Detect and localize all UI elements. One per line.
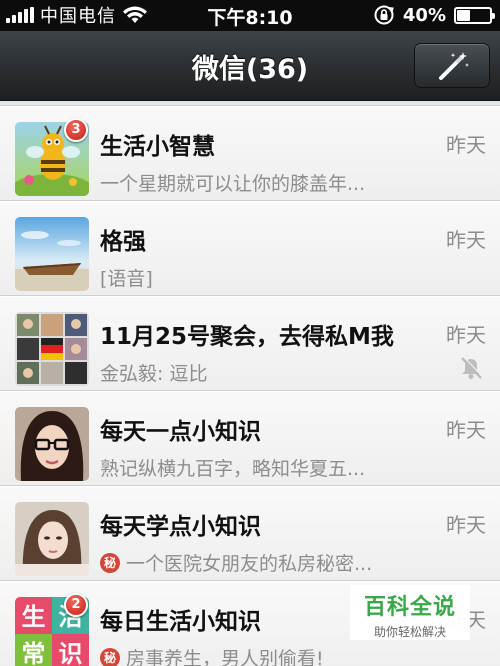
chat-name: 11月25号聚会，去得私M我 xyxy=(100,324,394,350)
chat-list[interactable]: 3 生活小智慧 昨天 一个星期就可以让你的膝盖年... 格强 昨天 [语音] 1… xyxy=(0,101,500,666)
secret-tag-icon: 秘 xyxy=(100,647,120,666)
chat-preview: 一个星期就可以让你的膝盖年... xyxy=(100,169,365,196)
nav-bar: 微信(36) xyxy=(0,31,500,101)
chat-time: 昨天 xyxy=(446,323,486,347)
chat-row[interactable]: 11月25号聚会，去得私M我 昨天 金弘毅: 逗比 xyxy=(0,296,500,391)
rotation-lock-icon xyxy=(374,5,394,25)
avatar-char: 识 xyxy=(59,640,83,666)
chat-preview: [语音] xyxy=(100,264,153,291)
chat-name: 每天学点小知识 xyxy=(100,514,261,540)
chat-time: 昨天 xyxy=(446,228,486,252)
status-bar: 中国电信 下午8:10 40% xyxy=(0,0,500,31)
compose-button[interactable] xyxy=(414,43,490,88)
chat-preview-text: 金弘毅: 逗比 xyxy=(100,363,208,385)
magic-wand-icon xyxy=(439,52,469,80)
unread-badge: 3 xyxy=(64,118,88,142)
chat-name: 格强 xyxy=(100,229,146,255)
group-grid-avatar xyxy=(15,312,89,386)
chat-time: 昨天 xyxy=(446,418,486,442)
chat-row[interactable]: 每天一点小知识 昨天 熟记纵横九百字，略知华夏五... xyxy=(0,391,500,486)
chat-preview: 秘 一个医院女朋友的私房秘密... xyxy=(100,549,372,576)
chat-name: 每天一点小知识 xyxy=(100,419,261,445)
watermark-subtitle: 助你轻松解决 xyxy=(373,625,446,639)
chat-preview-text: 房事养生，男人别偷看! xyxy=(126,648,324,666)
status-right: 40% xyxy=(373,4,495,26)
avatar-char: 常 xyxy=(22,640,46,666)
chat-row[interactable]: 每天学点小知识 昨天 秘 一个医院女朋友的私房秘密... xyxy=(0,486,500,581)
watermark-title: 百科全说 xyxy=(363,595,456,620)
secret-tag-icon: 秘 xyxy=(100,552,120,573)
mute-icon xyxy=(461,356,483,379)
chat-preview-text: 一个医院女朋友的私房秘密... xyxy=(126,553,373,575)
chat-row[interactable]: 格强 昨天 [语音] xyxy=(0,201,500,296)
battery-percent: 40% xyxy=(402,4,446,26)
unread-badge: 2 xyxy=(64,593,88,617)
battery-fill xyxy=(457,9,470,21)
chat-preview: 金弘毅: 逗比 xyxy=(100,359,207,386)
watermark-logo: 百科全说 助你轻松解决 xyxy=(350,585,470,640)
boat-beach-avatar xyxy=(15,217,89,291)
chat-time: 昨天 xyxy=(446,513,486,537)
chat-preview: 熟记纵横九百字，略知华夏五... xyxy=(100,454,365,481)
girl-glasses-avatar xyxy=(15,407,89,481)
chat-preview-text: [语音] xyxy=(100,268,153,290)
chat-preview-text: 一个星期就可以让你的膝盖年... xyxy=(100,173,366,195)
chat-preview-text: 熟记纵横九百字，略知华夏五... xyxy=(100,458,366,480)
chat-name: 生活小智慧 xyxy=(100,134,215,160)
chat-row[interactable]: 3 生活小智慧 昨天 一个星期就可以让你的膝盖年... xyxy=(0,106,500,201)
avatar-char: 生 xyxy=(22,603,46,631)
girl-photo-avatar xyxy=(15,502,89,576)
chat-name: 每日生活小知识 xyxy=(100,609,261,635)
battery-icon xyxy=(454,6,495,24)
chat-time: 昨天 xyxy=(446,133,486,157)
chat-preview: 秘 房事养生，男人别偷看! xyxy=(100,644,324,666)
